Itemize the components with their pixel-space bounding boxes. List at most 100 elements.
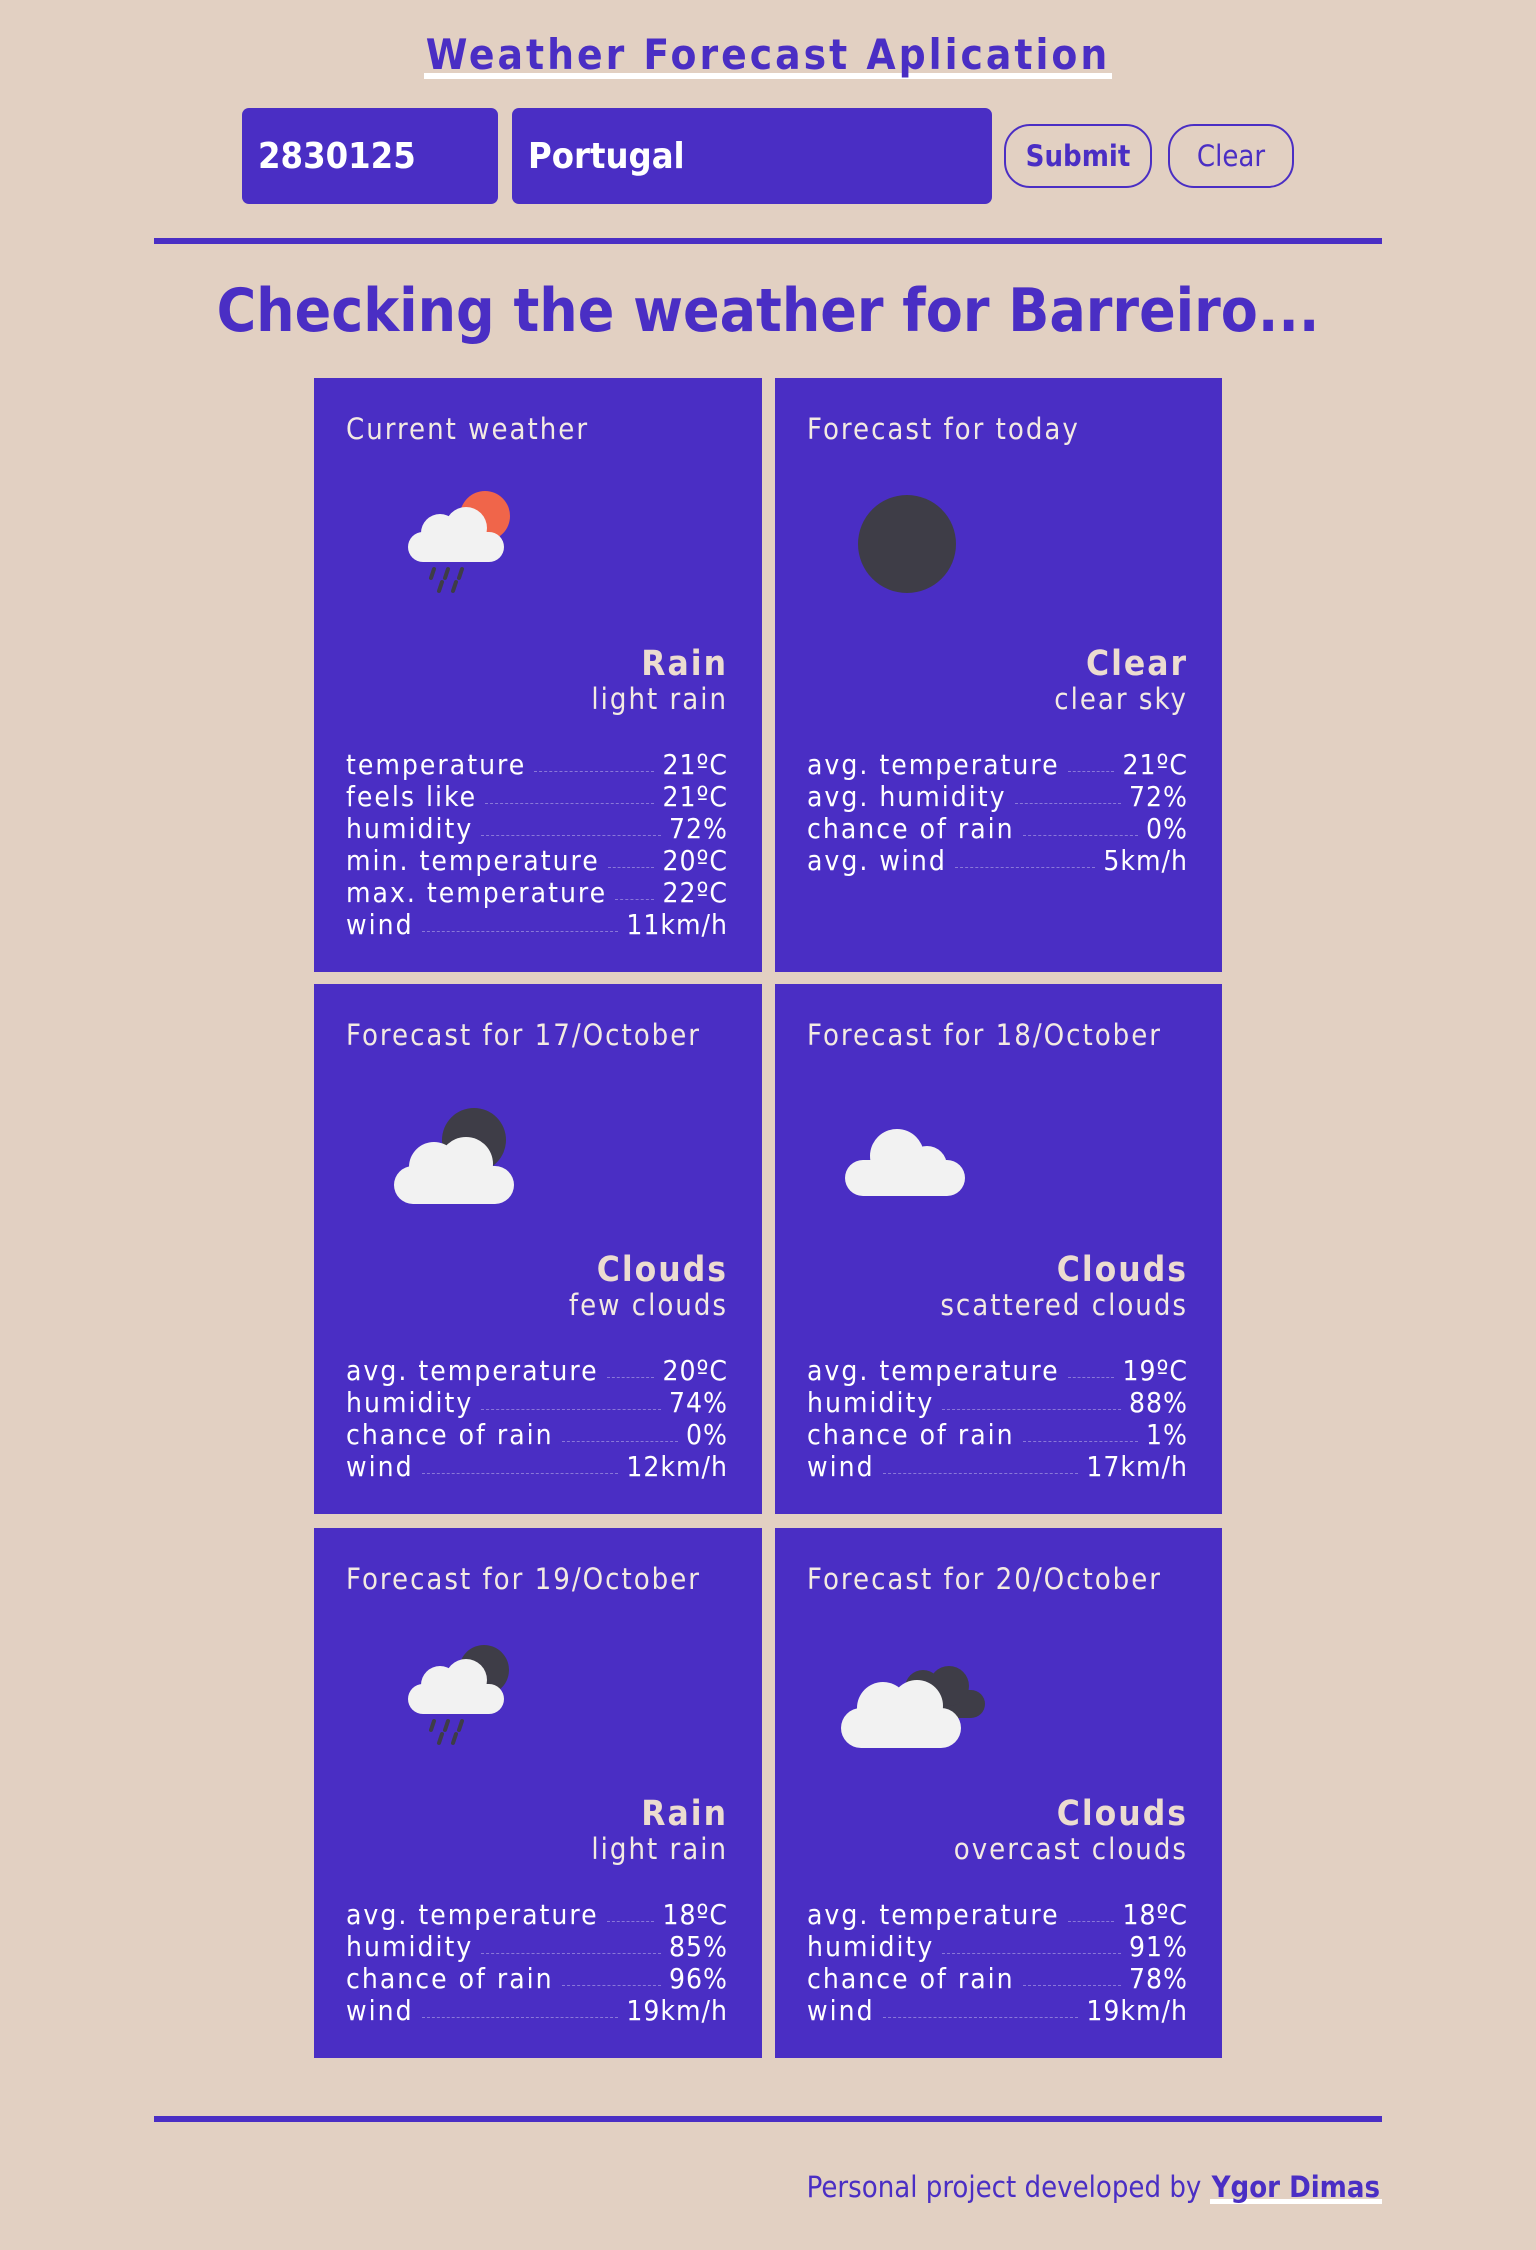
stat-label: chance of rain [346,1962,554,1995]
stat-label: avg. temperature [346,1354,599,1387]
stat-value: 22ºC [662,876,728,909]
stat-wind: wind 19km/h [346,1994,728,2027]
submit-button[interactable]: Submit [1004,124,1152,188]
stat-label: chance of rain [807,1418,1015,1451]
stats-list: avg. temperature 21ºC avg. humidity 72% ch… [807,748,1188,877]
dotted-leader [606,1921,655,1922]
stat-humidity: humidity 91% [807,1930,1188,1963]
dotted-leader [606,1377,655,1378]
stat-value: 19km/h [626,1994,728,2027]
weather-description: overcast clouds [953,1832,1188,1866]
stat-value: 11km/h [626,908,728,941]
stat-value: 18ºC [1122,1898,1188,1931]
dotted-leader [615,899,655,900]
stat-value: 85% [669,1930,728,1963]
card-title: Forecast for 20/October [807,1562,1163,1596]
stat-label: chance of rain [807,1962,1015,1995]
weather-main: Clouds [1056,1794,1188,1834]
card-title: Forecast for 17/October [346,1018,702,1052]
few-clouds-night-icon [378,1084,528,1214]
stat-value: 0% [686,1418,728,1451]
stat-chance-of-rain: chance of rain 0% [807,812,1188,845]
stat-wind: wind 12km/h [346,1450,728,1483]
zip-code-input[interactable] [242,108,498,204]
card-title: Current weather [346,412,590,446]
stat-feels-like: feels like 21ºC [346,780,728,813]
dotted-leader [1022,1985,1121,1986]
dotted-leader [534,771,655,772]
stat-wind: wind 17km/h [807,1450,1188,1483]
dotted-leader [1022,1441,1139,1442]
stat-label: avg. humidity [807,780,1007,813]
dotted-leader [481,1409,661,1410]
stat-label: avg. temperature [807,1898,1060,1931]
stat-value: 21ºC [662,748,728,781]
forecast-day-card: Forecast for 19/October Rain light rain … [314,1528,762,2058]
dotted-leader [1067,771,1115,772]
stat-label: temperature [346,748,527,781]
clear-night-icon [839,478,989,608]
stat-value: 19ºC [1122,1354,1188,1387]
dotted-leader [942,1953,1121,1954]
stat-label: humidity [346,1386,474,1419]
stat-value: 19km/h [1086,1994,1188,2027]
forecast-today-card: Forecast for today Clear clear sky avg. … [775,378,1222,972]
card-title: Forecast for 19/October [346,1562,702,1596]
dotted-leader [1022,835,1139,836]
stat-value: 72% [669,812,728,845]
stat-label: wind [807,1450,875,1483]
weather-main: Clear [1085,644,1188,684]
stat-avg-humidity: avg. humidity 72% [807,780,1188,813]
dotted-leader [942,1409,1121,1410]
stat-avg-temperature: avg. temperature 19ºC [807,1354,1188,1387]
stat-chance-of-rain: chance of rain 0% [346,1418,728,1451]
card-title: Forecast for today [807,412,1080,446]
dotted-leader [954,867,1096,868]
stat-humidity: humidity 88% [807,1386,1188,1419]
stat-value: 5km/h [1103,844,1188,877]
top-divider [154,238,1382,244]
stat-label: humidity [346,1930,474,1963]
stat-humidity: humidity 85% [346,1930,728,1963]
search-form: Submit Clear [242,108,1294,204]
stat-value: 72% [1129,780,1188,813]
stat-label: max. temperature [346,876,608,909]
stat-avg-temperature: avg. temperature 21ºC [807,748,1188,781]
stat-avg-temperature: avg. temperature 18ºC [346,1898,728,1931]
stat-value: 0% [1146,812,1188,845]
current-weather-card: Current weather Rain light rain temperat… [314,378,762,972]
dotted-leader [561,1441,679,1442]
stat-value: 91% [1129,1930,1188,1963]
author-link[interactable]: Ygor Dimas [1209,2170,1382,2204]
stat-value: 17km/h [1086,1450,1188,1483]
stat-wind: wind 19km/h [807,1994,1188,2027]
stat-chance-of-rain: chance of rain 1% [807,1418,1188,1451]
stat-chance-of-rain: chance of rain 78% [807,1962,1188,1995]
stat-label: min. temperature [346,844,600,877]
stat-label: avg. wind [807,844,947,877]
stat-avg-temperature: avg. temperature 18ºC [807,1898,1188,1931]
stat-value: 18ºC [662,1898,728,1931]
stat-humidity: humidity 72% [346,812,728,845]
dotted-leader [1067,1377,1115,1378]
status-heading: Checking the weather for Barreiro... [216,276,1320,346]
stat-label: humidity [807,1386,935,1419]
weather-description: light rain [591,682,728,716]
dotted-leader [882,1473,1079,1474]
overcast-clouds-icon [839,1628,989,1758]
stat-chance-of-rain: chance of rain 96% [346,1962,728,1995]
dotted-leader [1067,1921,1115,1922]
stat-label: avg. temperature [807,748,1060,781]
dotted-leader [421,2017,619,2018]
weather-description: scattered clouds [940,1288,1188,1322]
stat-value: 96% [669,1962,728,1995]
stat-label: feels like [346,780,478,813]
stat-min-temperature: min. temperature 20ºC [346,844,728,877]
clear-button[interactable]: Clear [1168,124,1294,188]
stat-label: humidity [346,812,474,845]
stat-temperature: temperature 21ºC [346,748,728,781]
country-input[interactable] [512,108,992,204]
bottom-divider [154,2116,1382,2122]
forecast-day-card: Forecast for 18/October Clouds scattered… [775,984,1222,1514]
weather-description: few clouds [568,1288,728,1322]
